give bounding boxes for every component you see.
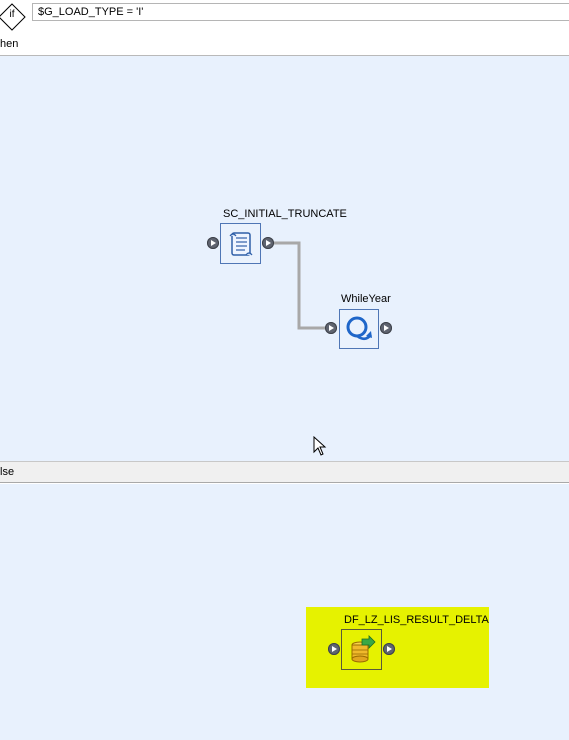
if-header: if $G_LOAD_TYPE = 'I' hen bbox=[0, 0, 569, 56]
node-label-df-lz-lis-result-delta: DF_LZ_LIS_RESULT_DELTA bbox=[344, 614, 489, 626]
connection-line bbox=[274, 241, 325, 330]
dataflow-node[interactable] bbox=[341, 629, 382, 670]
dataflow-icon bbox=[351, 634, 376, 662]
else-label: lse bbox=[0, 466, 15, 478]
script-icon bbox=[229, 231, 252, 256]
mouse-pointer-icon bbox=[313, 435, 327, 459]
input-port[interactable] bbox=[328, 643, 340, 655]
input-port[interactable] bbox=[207, 237, 219, 249]
script-node[interactable] bbox=[220, 223, 261, 264]
input-port[interactable] bbox=[325, 322, 337, 334]
node-label-sc-initial-truncate: SC_INITIAL_TRUNCATE bbox=[223, 208, 347, 220]
output-port[interactable] bbox=[380, 322, 392, 334]
output-port[interactable] bbox=[262, 237, 274, 249]
condition-field[interactable]: $G_LOAD_TYPE = 'I' bbox=[32, 3, 569, 21]
then-canvas[interactable]: SC_INITIAL_TRUNCATE WhileYear bbox=[0, 56, 569, 461]
while-loop-icon bbox=[346, 316, 372, 340]
else-header: lse bbox=[0, 461, 569, 483]
node-label-whileyear: WhileYear bbox=[341, 293, 391, 305]
output-port[interactable] bbox=[383, 643, 395, 655]
if-keyword: if bbox=[9, 9, 15, 20]
while-loop-node[interactable] bbox=[339, 309, 379, 349]
then-label: hen bbox=[0, 38, 19, 50]
